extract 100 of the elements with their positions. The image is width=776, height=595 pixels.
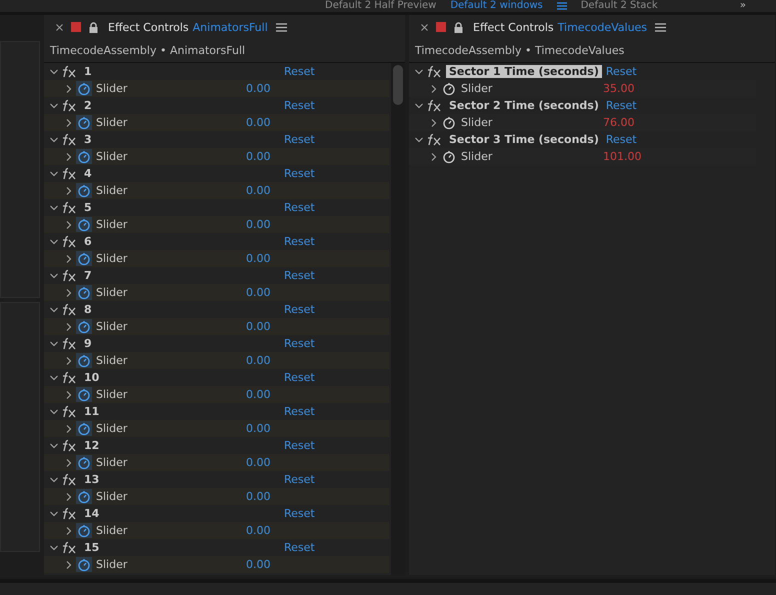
stopwatch-icon[interactable] — [441, 149, 457, 164]
value-field[interactable]: 0.00 — [246, 184, 270, 197]
chevron-down-icon[interactable] — [415, 136, 423, 142]
chevron-right-icon[interactable] — [66, 560, 72, 568]
property-row[interactable]: Slider 0.00 — [44, 216, 389, 233]
effect-row[interactable]: Sector 3 Time (seconds) Reset — [409, 131, 756, 148]
chevron-right-icon[interactable] — [66, 356, 72, 364]
property-row[interactable]: Slider 0.00 — [44, 488, 389, 505]
reset-link[interactable]: Reset — [284, 507, 315, 520]
workspace-tab[interactable]: Default 2 Stack — [580, 0, 658, 12]
chevron-down-icon[interactable] — [50, 476, 58, 482]
effect-row[interactable]: 12 Reset — [44, 437, 389, 454]
stopwatch-icon[interactable] — [76, 285, 92, 300]
effect-row[interactable]: 9 Reset — [44, 335, 389, 352]
value-field[interactable]: 0.00 — [246, 320, 270, 333]
value-field[interactable]: 76.00 — [603, 116, 634, 129]
property-row[interactable]: Slider 0.00 — [44, 182, 389, 199]
property-row[interactable]: Slider 0.00 — [44, 386, 389, 403]
chevron-right-icon[interactable] — [66, 322, 72, 330]
stopwatch-icon[interactable] — [76, 319, 92, 334]
stopwatch-icon[interactable] — [76, 489, 92, 504]
stopwatch-icon[interactable] — [441, 115, 457, 130]
chevron-right-icon[interactable] — [66, 220, 72, 228]
effect-row[interactable]: Sector 1 Time (seconds) Reset — [409, 63, 756, 80]
reset-link[interactable]: Reset — [284, 405, 315, 418]
reset-link[interactable]: Reset — [606, 133, 756, 146]
chevron-right-icon[interactable] — [66, 288, 72, 296]
value-field[interactable]: 0.00 — [246, 150, 270, 163]
property-row[interactable]: Slider 0.00 — [44, 114, 389, 131]
close-icon[interactable] — [56, 24, 63, 30]
property-row[interactable]: Slider 0.00 — [44, 556, 389, 573]
effect-row[interactable]: 3 Reset — [44, 131, 389, 148]
stopwatch-icon[interactable] — [76, 149, 92, 164]
reset-link[interactable]: Reset — [284, 337, 315, 350]
reset-link[interactable]: Reset — [284, 371, 315, 384]
chevron-right-icon[interactable] — [431, 118, 437, 126]
reset-link[interactable]: Reset — [284, 439, 315, 452]
effect-row[interactable]: 15 Reset — [44, 539, 389, 556]
reset-link[interactable]: Reset — [284, 473, 315, 486]
effect-row[interactable]: 8 Reset — [44, 301, 389, 318]
property-row[interactable]: Slider 0.00 — [44, 148, 389, 165]
close-icon[interactable] — [421, 24, 428, 30]
chevron-right-icon[interactable] — [66, 458, 72, 466]
effect-row[interactable]: 6 Reset — [44, 233, 389, 250]
effect-row[interactable]: 10 Reset — [44, 369, 389, 386]
stopwatch-icon[interactable] — [76, 183, 92, 198]
reset-link[interactable]: Reset — [284, 65, 315, 78]
reset-link[interactable]: Reset — [284, 99, 315, 112]
chevron-right-icon[interactable] — [431, 152, 437, 160]
effect-row[interactable]: 2 Reset — [44, 97, 389, 114]
value-field[interactable]: 0.00 — [246, 422, 270, 435]
chevron-right-icon[interactable] — [66, 84, 72, 92]
stopwatch-icon[interactable] — [76, 81, 92, 96]
property-row[interactable]: Slider 0.00 — [44, 318, 389, 335]
chevron-down-icon[interactable] — [50, 408, 58, 414]
chevron-down-icon[interactable] — [50, 544, 58, 550]
stopwatch-icon[interactable] — [76, 353, 92, 368]
menu-icon[interactable] — [655, 22, 666, 32]
chevron-down-icon[interactable] — [50, 272, 58, 278]
stopwatch-icon[interactable] — [76, 557, 92, 572]
stopwatch-icon[interactable] — [76, 251, 92, 266]
chevron-right-icon[interactable] — [66, 118, 72, 126]
chevron-right-icon[interactable] — [66, 390, 72, 398]
layer-name[interactable]: AnimatorsFull — [192, 20, 268, 34]
effect-row[interactable]: 5 Reset — [44, 199, 389, 216]
value-field[interactable]: 0.00 — [246, 388, 270, 401]
property-row[interactable]: Slider 0.00 — [44, 420, 389, 437]
value-field[interactable]: 0.00 — [246, 252, 270, 265]
value-field[interactable]: 0.00 — [246, 490, 270, 503]
stopwatch-icon[interactable] — [76, 523, 92, 538]
chevron-right-icon[interactable] — [66, 254, 72, 262]
value-field[interactable]: 0.00 — [246, 456, 270, 469]
chevron-right-icon[interactable] — [66, 424, 72, 432]
value-field[interactable]: 0.00 — [246, 116, 270, 129]
effect-row[interactable]: 14 Reset — [44, 505, 389, 522]
chevron-down-icon[interactable] — [415, 102, 423, 108]
menu-icon[interactable] — [276, 22, 287, 32]
scrollbar-thumb[interactable] — [393, 65, 403, 105]
property-row[interactable]: Slider 0.00 — [44, 454, 389, 471]
chevron-down-icon[interactable] — [50, 442, 58, 448]
stopwatch-icon[interactable] — [76, 387, 92, 402]
value-field[interactable]: 0.00 — [246, 82, 270, 95]
effect-row[interactable]: 13 Reset — [44, 471, 389, 488]
effect-row[interactable]: 1 Reset — [44, 63, 389, 80]
effect-row[interactable]: 4 Reset — [44, 165, 389, 182]
reset-link[interactable]: Reset — [606, 99, 756, 112]
chevron-down-icon[interactable] — [50, 374, 58, 380]
reset-link[interactable]: Reset — [606, 65, 756, 78]
chevron-down-icon[interactable] — [50, 204, 58, 210]
chevron-right-icon[interactable] — [66, 152, 72, 160]
chevron-down-icon[interactable] — [50, 306, 58, 312]
chevron-down-icon[interactable] — [50, 340, 58, 346]
reset-link[interactable]: Reset — [284, 201, 315, 214]
effect-row[interactable]: 7 Reset — [44, 267, 389, 284]
chevron-right-icon[interactable] — [66, 526, 72, 534]
reset-link[interactable]: Reset — [284, 269, 315, 282]
lock-icon[interactable] — [89, 22, 98, 32]
chevron-right-icon[interactable] — [66, 492, 72, 500]
reset-link[interactable]: Reset — [284, 167, 315, 180]
menu-icon[interactable] — [556, 2, 567, 10]
